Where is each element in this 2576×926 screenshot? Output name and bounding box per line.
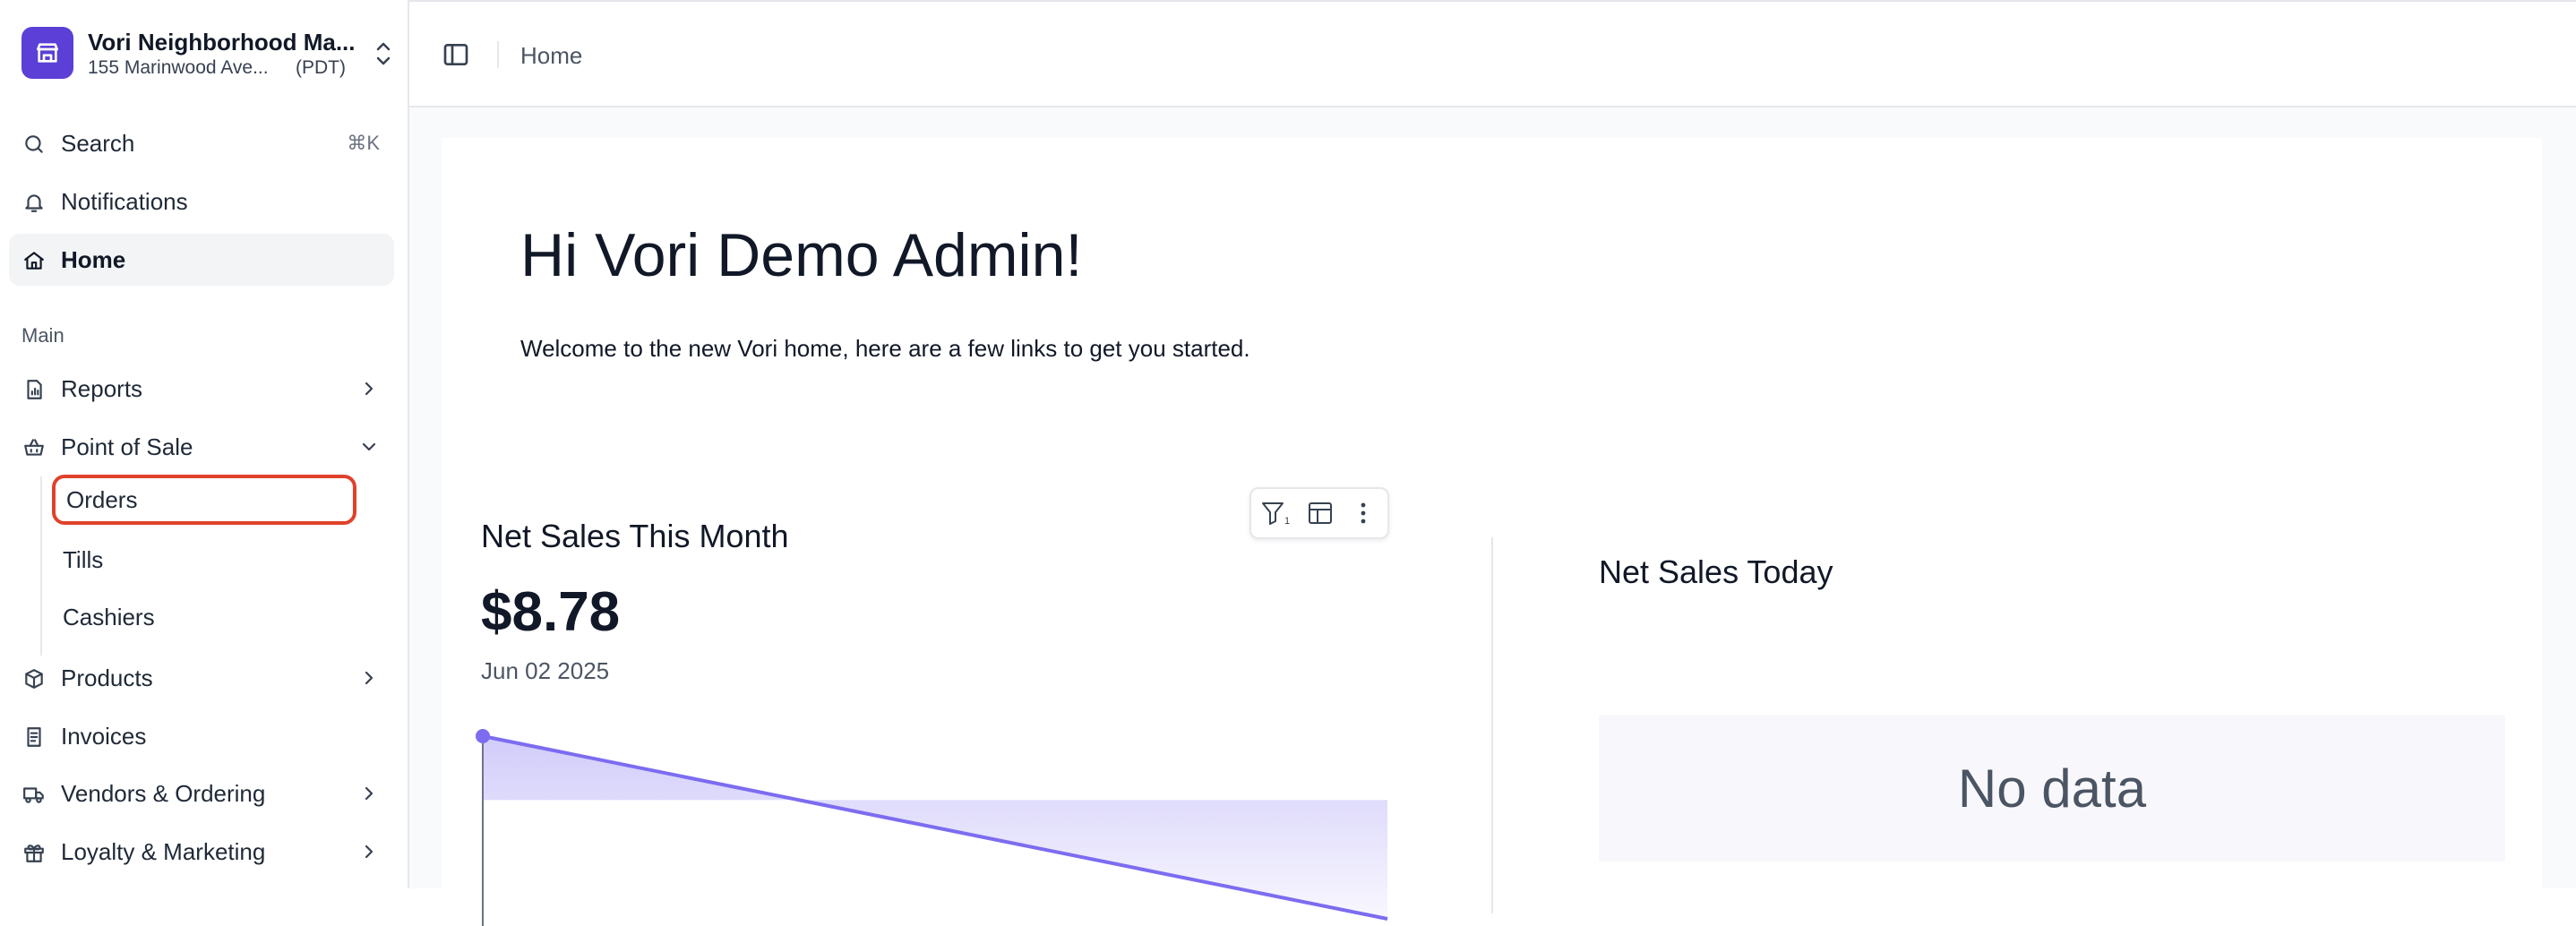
sidebar-subitem-orders[interactable]: Orders <box>52 475 356 525</box>
bell-icon <box>25 194 43 212</box>
report-icon <box>27 380 42 399</box>
page-title: Hi Vori Demo Admin! <box>520 221 1083 289</box>
filter-icon[interactable]: 1 <box>1260 500 1291 527</box>
net-sales-month-chart <box>476 729 1388 926</box>
top-header: Home <box>409 2 2576 107</box>
home-card: Hi Vori Demo Admin! Welcome to the new V… <box>442 138 2542 926</box>
sidebar-item-label: Vendors & Ordering <box>61 779 266 807</box>
sidebar-item-label: Point of Sale <box>61 433 193 460</box>
sidebar-item-label: Reports <box>61 374 143 402</box>
invoice-icon <box>27 727 41 747</box>
welcome-text: Welcome to the new Vori home, here are a… <box>520 335 1250 362</box>
chevron-right-icon <box>365 845 374 859</box>
gift-icon <box>24 845 44 862</box>
sidebar-item-label: Products <box>61 664 153 691</box>
tile-title-net-sales-today: Net Sales Today <box>1599 553 1833 590</box>
store-timezone: (PDT) <box>296 57 346 78</box>
chevron-right-icon <box>365 671 374 685</box>
tile-divider <box>1491 537 1493 913</box>
chevron-right-icon <box>365 382 374 396</box>
sidebar-toggle-icon[interactable] <box>442 40 470 69</box>
store-switcher[interactable]: Vori Neighborhood Ma... 155 Marinwood Av… <box>21 27 398 81</box>
sidebar-item-invoices[interactable]: Invoices <box>9 710 394 762</box>
sidebar-subitem-label: Orders <box>66 485 138 513</box>
storefront-icon <box>21 27 73 79</box>
main-content: Hi Vori Demo Admin! Welcome to the new V… <box>409 107 2576 926</box>
sidebar-item-label: Notifications <box>61 187 188 215</box>
tile-toolbar: 1 <box>1249 487 1389 539</box>
keyboard-shortcut: ⌘K <box>347 132 380 154</box>
sidebar-item-home[interactable]: Home <box>9 234 394 286</box>
no-data-panel: No data <box>1599 715 2505 862</box>
section-label-main: Main <box>21 324 64 347</box>
sidebar-item-label: Invoices <box>61 722 147 750</box>
sidebar-item-label: Search <box>61 129 135 157</box>
truck-icon <box>23 787 44 803</box>
sidebar-item-loyalty-marketing[interactable]: Loyalty & Marketing <box>9 826 394 878</box>
store-name: Vori Neighborhood Ma... <box>88 29 356 56</box>
chevron-right-icon <box>365 786 374 801</box>
filter-count: 1 <box>1284 516 1290 527</box>
sidebar-subitem-cashiers[interactable]: Cashiers <box>52 592 356 642</box>
sidebar-item-search[interactable]: Search ⌘K <box>9 117 394 169</box>
sidebar: Vori Neighborhood Ma... 155 Marinwood Av… <box>0 0 409 888</box>
chevron-down-icon <box>362 442 376 451</box>
breadcrumb[interactable]: Home <box>520 42 582 70</box>
no-data-text: No data <box>1957 758 2147 819</box>
store-address: 155 Marinwood Ave... <box>88 57 269 78</box>
chart-data-point[interactable] <box>476 729 490 743</box>
sidebar-item-notifications[interactable]: Notifications <box>9 176 394 227</box>
submenu-guide-line <box>40 476 42 656</box>
tile-date: Jun 02 2025 <box>481 657 610 684</box>
sidebar-item-reports[interactable]: Reports <box>9 363 394 415</box>
tile-title-net-sales-month: Net Sales This Month <box>481 518 789 554</box>
chevron-up-down-icon <box>376 42 391 65</box>
tile-value-net-sales-month: $8.78 <box>481 581 621 643</box>
header-divider <box>497 41 499 68</box>
sidebar-item-point-of-sale[interactable]: Point of Sale <box>9 421 394 473</box>
package-icon <box>25 669 43 689</box>
sidebar-item-label: Loyalty & Marketing <box>61 837 266 865</box>
search-icon <box>25 135 43 153</box>
sidebar-subitem-tills[interactable]: Tills <box>52 535 356 585</box>
home-icon <box>24 252 44 270</box>
more-vertical-icon[interactable] <box>1348 500 1378 527</box>
sidebar-subitem-label: Tills <box>63 545 104 573</box>
sidebar-item-vendors-ordering[interactable]: Vendors & Ordering <box>9 767 394 819</box>
sidebar-subitem-label: Cashiers <box>63 603 155 630</box>
sidebar-item-label: Home <box>61 245 126 273</box>
sidebar-item-products[interactable]: Products <box>9 652 394 704</box>
table-icon[interactable] <box>1305 500 1335 527</box>
basket-icon <box>24 439 44 456</box>
